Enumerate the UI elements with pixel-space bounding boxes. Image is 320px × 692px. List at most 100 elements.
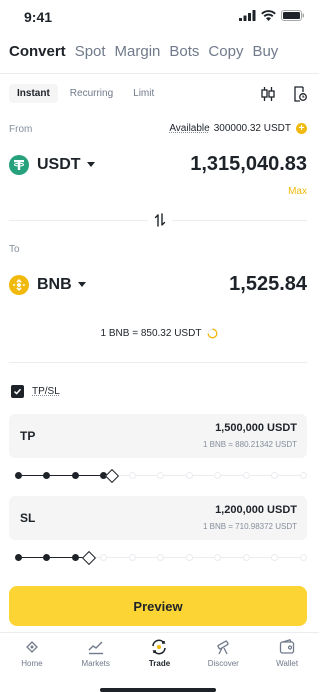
slider-step-dot[interactable] xyxy=(128,472,136,479)
to-coin-name: BNB xyxy=(37,275,72,293)
from-coin-row: USDT 1,315,040.83 xyxy=(9,153,307,176)
nav-wallet-label: Wallet xyxy=(276,659,299,668)
refresh-countdown-icon xyxy=(207,328,218,339)
slider-step-dot[interactable] xyxy=(71,472,79,479)
swap-arrows-icon xyxy=(154,213,166,227)
chevron-down-icon xyxy=(86,162,95,167)
tab-limit[interactable]: Limit xyxy=(125,84,162,103)
tpsl-label: TP/SL xyxy=(32,386,60,397)
stop-loss-box[interactable]: SL 1,200,000 USDT 1 BNB = 710.98372 USDT xyxy=(9,496,307,540)
nav-trade-label: Trade xyxy=(148,659,171,668)
slider-step-dot[interactable] xyxy=(214,554,221,561)
preview-button[interactable]: Preview xyxy=(9,586,307,626)
slider-step-dot[interactable] xyxy=(100,554,107,561)
markets-chart-icon xyxy=(88,641,103,655)
nav-markets[interactable]: Markets xyxy=(71,638,121,676)
slider-step-dot[interactable] xyxy=(14,472,22,479)
status-time: 9:41 xyxy=(24,9,53,25)
to-coin-row: BNB 1,525.84 xyxy=(9,273,307,296)
sl-label: SL xyxy=(20,511,36,525)
nav-home[interactable]: Home xyxy=(7,638,57,676)
candlestick-chart-icon[interactable] xyxy=(261,86,275,102)
slider-step-dot[interactable] xyxy=(214,472,221,479)
tab-spot[interactable]: Spot xyxy=(75,43,106,60)
sl-rate: 1 BNB = 710.98372 USDT xyxy=(202,522,297,531)
nav-wallet[interactable]: Wallet xyxy=(262,638,312,676)
tab-buy[interactable]: Buy xyxy=(252,43,278,60)
tabs-divider xyxy=(0,73,319,74)
nav-home-label: Home xyxy=(21,659,43,668)
slider-step-dot[interactable] xyxy=(71,554,79,561)
slider-thumb[interactable] xyxy=(104,468,120,484)
to-amount: 1,525.84 xyxy=(229,273,307,295)
battery-icon xyxy=(281,10,304,21)
slider-step-dot[interactable] xyxy=(43,472,50,479)
slider-step-dot[interactable] xyxy=(271,472,278,479)
trade-top-tabs: Convert Spot Margin Bots Copy Buy xyxy=(9,43,310,60)
tp-label: TP xyxy=(20,429,36,443)
sub-toolbar-icons xyxy=(261,86,307,102)
tp-slider[interactable] xyxy=(14,468,307,484)
tab-instant[interactable]: Instant xyxy=(9,84,58,103)
max-button[interactable]: Max xyxy=(288,186,307,197)
nav-discover-label: Discover xyxy=(207,659,239,668)
to-coin-selector[interactable]: BNB xyxy=(9,274,86,295)
slider-step-dot[interactable] xyxy=(157,554,164,561)
trade-swap-icon xyxy=(152,639,167,655)
from-label: From xyxy=(9,124,33,135)
tab-margin[interactable]: Margin xyxy=(115,43,161,60)
swap-area xyxy=(0,208,319,232)
bnb-coin-icon xyxy=(9,274,29,295)
usdt-coin-icon xyxy=(9,154,29,175)
swap-direction-button[interactable] xyxy=(148,208,172,232)
tpsl-toggle[interactable]: TP/SL xyxy=(11,385,60,398)
slider-step-dot[interactable] xyxy=(299,554,307,561)
slider-step-dot[interactable] xyxy=(242,472,250,479)
available-value: 300000.32 USDT xyxy=(213,123,291,134)
available-label: Available xyxy=(169,123,210,134)
tab-bots[interactable]: Bots xyxy=(169,43,199,60)
nav-trade[interactable]: Trade xyxy=(134,638,184,676)
tab-copy[interactable]: Copy xyxy=(208,43,243,60)
telescope-icon xyxy=(217,640,229,655)
slider-step-dot[interactable] xyxy=(299,472,307,479)
slider-step-dot[interactable] xyxy=(242,554,250,561)
tp-rate: 1 BNB = 880.21342 USDT xyxy=(202,440,297,449)
slider-step-dot[interactable] xyxy=(14,554,22,561)
wallet-icon xyxy=(279,639,295,654)
signal-icon xyxy=(239,10,256,21)
slider-step-dot[interactable] xyxy=(185,472,193,479)
slider-fill xyxy=(18,475,113,476)
tab-recurring[interactable]: Recurring xyxy=(62,84,121,103)
tpsl-checkbox[interactable] xyxy=(11,385,24,398)
slider-step-dot[interactable] xyxy=(128,554,136,561)
slider-thumb[interactable] xyxy=(82,550,97,566)
slider-fill xyxy=(18,557,90,558)
from-amount-input[interactable]: 1,315,040.83 xyxy=(190,153,307,176)
home-indicator xyxy=(100,688,216,692)
tp-value[interactable]: 1,500,000 USDT xyxy=(215,422,297,434)
status-bar: 9:41 xyxy=(0,0,319,34)
slider-step-dot[interactable] xyxy=(271,554,278,561)
sl-slider[interactable] xyxy=(14,550,307,566)
nav-markets-label: Markets xyxy=(81,659,110,668)
available-balance: Available 300000.32 USDT + xyxy=(169,123,307,134)
chevron-down-icon xyxy=(77,282,86,287)
to-label: To xyxy=(9,244,20,255)
take-profit-box[interactable]: TP 1,500,000 USDT 1 BNB = 880.21342 USDT xyxy=(9,414,307,458)
order-history-icon[interactable] xyxy=(293,86,307,102)
slider-step-dot[interactable] xyxy=(185,554,193,561)
status-icons xyxy=(239,10,305,21)
nav-discover[interactable]: Discover xyxy=(198,638,248,676)
from-coin-name: USDT xyxy=(37,155,81,173)
slider-step-dot[interactable] xyxy=(157,472,164,479)
exchange-rate-text: 1 BNB = 850.32 USDT xyxy=(100,328,202,339)
rate-divider xyxy=(9,362,307,363)
tab-convert[interactable]: Convert xyxy=(9,43,66,60)
from-coin-selector[interactable]: USDT xyxy=(9,154,95,175)
slider-step-dot[interactable] xyxy=(43,554,50,561)
exchange-rate: 1 BNB = 850.32 USDT xyxy=(0,328,319,339)
bottom-nav: Home Markets Trade Discover Wallet xyxy=(0,632,319,676)
add-funds-icon[interactable]: + xyxy=(296,123,307,134)
sl-value[interactable]: 1,200,000 USDT xyxy=(215,504,297,516)
